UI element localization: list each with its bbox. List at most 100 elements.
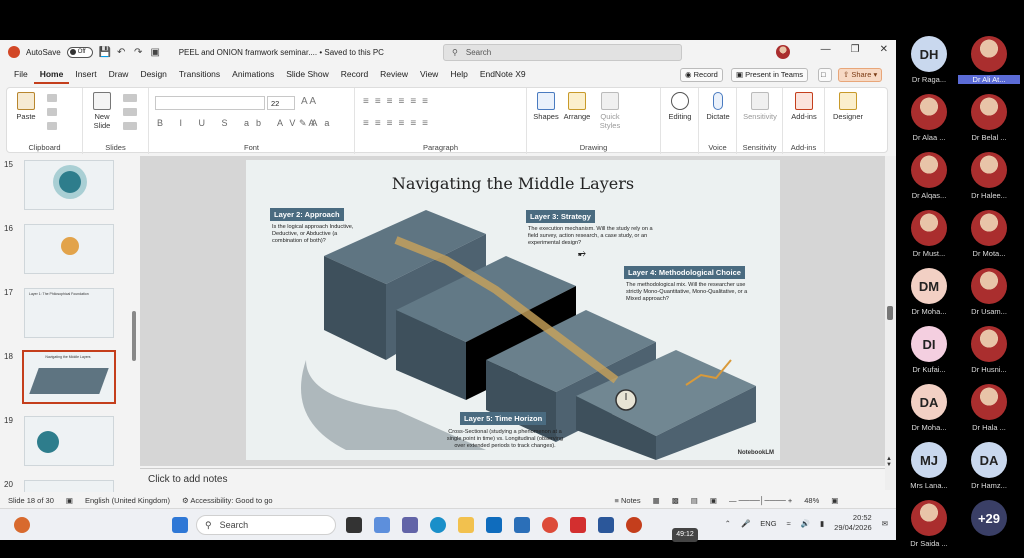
addins-button[interactable]: Add-ins: [787, 92, 821, 121]
microphone-icon[interactable]: 🎤: [741, 519, 750, 528]
font-size-dropdown[interactable]: 22: [267, 96, 295, 110]
tab-home[interactable]: Home: [33, 64, 70, 84]
battery-icon[interactable]: ▮: [820, 519, 824, 528]
volume-icon[interactable]: 🔊: [801, 519, 810, 528]
present-icon[interactable]: ▣: [150, 47, 161, 58]
zoom-slider[interactable]: — ────│──── +: [729, 496, 792, 505]
participant-tile[interactable]: DA Dr Hamz...: [958, 442, 1020, 500]
tab-view[interactable]: View: [414, 64, 444, 84]
accessibility-status[interactable]: ⚙ Accessibility: Good to go: [182, 496, 273, 505]
task-view-icon[interactable]: [346, 517, 362, 533]
tab-endnote[interactable]: EndNote X9: [474, 64, 532, 84]
participant-tile[interactable]: Dr Hala ...: [958, 384, 1020, 442]
layer5-label[interactable]: Layer 5: Time Horizon: [460, 412, 547, 425]
participant-tile[interactable]: +29: [958, 500, 1020, 558]
clock[interactable]: 20:52 29/04/2026: [834, 513, 872, 533]
tab-help[interactable]: Help: [444, 64, 473, 84]
acrobat-icon[interactable]: [570, 517, 586, 533]
save-icon[interactable]: 💾: [99, 47, 111, 58]
language-status[interactable]: English (United Kingdom): [85, 496, 170, 505]
new-slide-button[interactable]: New Slide: [87, 92, 117, 130]
layer3-text[interactable]: The execution mechanism. Will the study …: [528, 226, 658, 247]
user-avatar[interactable]: [776, 45, 790, 59]
participant-tile[interactable]: Dr Halee...: [958, 152, 1020, 210]
powerpoint-taskbar-icon[interactable]: [626, 517, 642, 533]
tab-record[interactable]: Record: [335, 64, 374, 84]
thumbnail-19[interactable]: 19: [0, 416, 130, 466]
tab-transitions[interactable]: Transitions: [173, 64, 226, 84]
taskbar-search[interactable]: ⚲ Search: [196, 515, 336, 535]
language-indicator[interactable]: ENG: [760, 519, 776, 528]
teams-icon[interactable]: [402, 517, 418, 533]
start-icon[interactable]: [172, 517, 188, 533]
weather-widget-icon[interactable]: [14, 517, 30, 533]
designer-button[interactable]: Designer: [829, 92, 867, 121]
font-name-dropdown[interactable]: [155, 96, 265, 110]
layer5-text[interactable]: Cross-Sectional (studying a phenomenon a…: [444, 429, 566, 450]
font-grow-icon[interactable]: A A: [301, 96, 316, 107]
file-explorer-icon[interactable]: [458, 517, 474, 533]
layer4-text[interactable]: The methodological mix. Will the researc…: [626, 282, 756, 303]
zoom-level[interactable]: 48%: [804, 496, 819, 505]
tab-design[interactable]: Design: [134, 64, 172, 84]
scroll-arrows-icon[interactable]: ▲ ▼: [886, 456, 892, 468]
participant-tile[interactable]: MJ Mrs Lana...: [898, 442, 960, 500]
fit-slide-icon[interactable]: ▣: [831, 496, 838, 505]
thumbnail-20[interactable]: 20: [0, 480, 130, 492]
layer3-label[interactable]: Layer 3: Strategy: [526, 210, 595, 223]
edge-icon[interactable]: [430, 517, 446, 533]
align-buttons[interactable]: ≡≡≡≡≡≡: [363, 118, 434, 129]
document-title[interactable]: PEEL and ONION framwork seminar.... • Sa…: [179, 48, 384, 57]
font-color-icon[interactable]: ✎ A: [299, 118, 315, 129]
participant-tile[interactable]: Dr Mota...: [958, 210, 1020, 268]
comments-icon[interactable]: □: [818, 68, 832, 82]
participant-tile[interactable]: Dr Alaa ...: [898, 94, 960, 152]
maximize-icon[interactable]: ❐: [851, 44, 860, 55]
participant-tile[interactable]: Dr Usam...: [958, 268, 1020, 326]
notes-pane[interactable]: Click to add notes: [140, 468, 885, 490]
participant-tile[interactable]: Dr Belal ...: [958, 94, 1020, 152]
undo-icon[interactable]: ↶: [116, 47, 127, 58]
thumbnail-15[interactable]: 15: [0, 160, 130, 210]
redo-icon[interactable]: ↷: [133, 47, 144, 58]
thumbnail-17[interactable]: 17 Layer 1: The Philosophical Foundation: [0, 288, 130, 338]
normal-view-icon[interactable]: ▦: [653, 496, 660, 505]
notes-button[interactable]: ≡ Notes: [615, 496, 641, 505]
record-button[interactable]: ◉ Record: [680, 68, 723, 82]
close-icon[interactable]: ✕: [880, 44, 888, 55]
tab-review[interactable]: Review: [374, 64, 414, 84]
participant-tile[interactable]: Dr Saida ...: [898, 500, 960, 558]
layout-icon[interactable]: [123, 94, 137, 102]
section-icon[interactable]: [123, 122, 137, 130]
chrome-icon[interactable]: [542, 517, 558, 533]
participant-tile[interactable]: Dr Ali At...: [958, 36, 1020, 94]
mail-icon[interactable]: [514, 517, 530, 533]
slide[interactable]: Navigating the Middle Layers Layer 2: Ap…: [246, 160, 780, 460]
dictate-button[interactable]: Dictate: [703, 92, 733, 121]
cut-icon[interactable]: [47, 94, 57, 102]
participant-tile[interactable]: DM Dr Moha...: [898, 268, 960, 326]
participant-tile[interactable]: DI Dr Kufai...: [898, 326, 960, 384]
tab-insert[interactable]: Insert: [69, 64, 102, 84]
slide-sorter-icon[interactable]: ▩: [672, 496, 679, 505]
copilot-icon[interactable]: [374, 517, 390, 533]
layer2-text[interactable]: Is the logical approach Inductive, Deduc…: [272, 224, 368, 245]
tab-file[interactable]: File: [8, 64, 34, 84]
search-box[interactable]: ⚲ Search: [443, 44, 682, 61]
chevron-up-icon[interactable]: ⌃: [725, 519, 731, 528]
wifi-icon[interactable]: ≈: [787, 519, 791, 528]
layer2-label[interactable]: Layer 2: Approach: [270, 208, 344, 221]
paste-button[interactable]: Paste: [13, 92, 39, 121]
copy-icon[interactable]: [47, 108, 57, 116]
list-buttons[interactable]: ≡≡≡≡≡≡: [363, 96, 434, 107]
spellcheck-icon[interactable]: ▣: [66, 496, 73, 505]
share-button[interactable]: ⇧ Share ▾: [838, 68, 883, 82]
autosave-toggle[interactable]: Off: [66, 46, 93, 58]
thumbnail-scrollbar[interactable]: [130, 156, 138, 491]
present-in-teams-button[interactable]: ▣ Present in Teams: [731, 68, 808, 82]
reading-view-icon[interactable]: ▤: [691, 496, 698, 505]
shapes-button[interactable]: Shapes: [531, 92, 561, 121]
editing-button[interactable]: Editing: [665, 92, 695, 121]
thumbnail-16[interactable]: 16: [0, 224, 130, 274]
arrange-button[interactable]: Arrange: [561, 92, 593, 121]
